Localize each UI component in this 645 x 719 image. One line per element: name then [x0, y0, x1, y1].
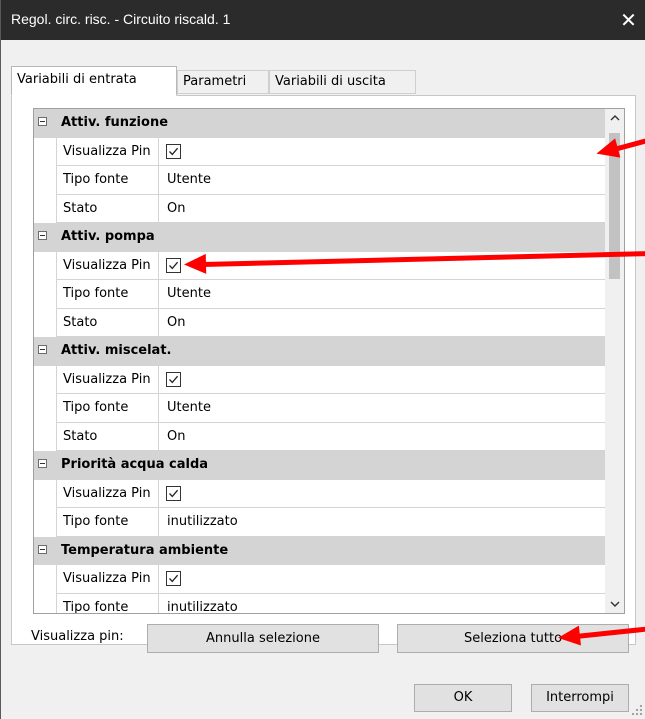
property-row[interactable]: Visualizza Pin — [34, 137, 605, 166]
property-label: Tipo fonte — [56, 166, 159, 195]
collapse-icon[interactable] — [38, 459, 47, 468]
category-row[interactable]: Attiv. miscelat. — [34, 337, 605, 366]
category-label: Attiv. funzione — [61, 115, 169, 130]
show-pin-checkbox[interactable] — [166, 571, 181, 586]
property-value[interactable]: On — [159, 423, 605, 451]
property-row[interactable]: Tipo fonte Utente — [34, 166, 605, 195]
property-row[interactable]: Stato On — [34, 308, 605, 337]
property-value[interactable]: On — [159, 195, 605, 223]
property-label: Visualizza Pin — [56, 565, 159, 594]
show-pin-checkbox[interactable] — [166, 485, 181, 501]
property-value[interactable]: Utente — [159, 394, 605, 423]
tab-parameters[interactable]: Parametri — [177, 70, 269, 94]
property-value — [159, 138, 605, 166]
ok-button[interactable]: OK — [414, 684, 512, 712]
show-pin-checkbox[interactable] — [166, 143, 181, 159]
property-value — [159, 565, 605, 594]
category-row[interactable]: Attiv. pompa — [34, 223, 605, 252]
property-value[interactable]: inutilizzato — [159, 594, 605, 614]
property-label: Visualizza Pin — [56, 365, 159, 394]
tab-output-variables[interactable]: Variabili di uscita — [269, 70, 416, 94]
deselect-all-button[interactable]: Annulla selezione — [147, 624, 379, 653]
collapse-icon[interactable] — [38, 117, 47, 126]
property-row[interactable]: Stato On — [34, 194, 605, 223]
property-value[interactable]: Utente — [159, 280, 605, 309]
property-row[interactable]: Tipo fonte inutilizzato — [34, 593, 605, 614]
category-row[interactable]: Attiv. funzione — [34, 109, 605, 138]
property-label: Visualizza Pin — [56, 251, 159, 280]
property-label: Visualizza Pin — [56, 479, 159, 508]
property-label: Tipo fonte — [56, 508, 159, 537]
property-label: Stato — [56, 308, 159, 337]
property-label: Tipo fonte — [56, 280, 159, 309]
show-pin-label: Visualizza pin: — [31, 629, 124, 644]
window-title: Regol. circ. risc. - Circuito riscald. 1 — [11, 11, 231, 27]
select-all-button[interactable]: Seleziona tutto — [397, 624, 629, 653]
property-label: Stato — [56, 194, 159, 223]
property-value[interactable]: On — [159, 309, 605, 337]
property-label: Stato — [56, 422, 159, 451]
property-value[interactable]: Utente — [159, 166, 605, 195]
property-label: Tipo fonte — [56, 394, 159, 423]
dialog-window: Regol. circ. risc. - Circuito riscald. 1… — [0, 0, 645, 719]
property-grid: Attiv. funzione Visualizza Pin Tipo fonte U… — [33, 108, 605, 614]
title-bar: Regol. circ. risc. - Circuito riscald. 1… — [1, 0, 645, 40]
tab-input-variables[interactable]: Variabili di entrata — [11, 66, 177, 96]
category-row[interactable]: Priorità acqua calda — [34, 451, 605, 480]
show-pin-checkbox[interactable] — [166, 257, 181, 273]
property-row[interactable]: Stato On — [34, 422, 605, 451]
collapse-icon[interactable] — [38, 544, 47, 554]
property-row[interactable]: Visualizza Pin — [34, 479, 605, 508]
category-label: Attiv. miscelat. — [61, 343, 172, 358]
category-label: Attiv. pompa — [61, 229, 155, 244]
property-value — [159, 366, 605, 394]
resize-grip-icon[interactable] — [630, 703, 644, 717]
property-value — [159, 480, 605, 508]
cancel-button[interactable]: Interrompi — [531, 684, 629, 712]
category-label: Temperatura ambiente — [61, 542, 229, 558]
property-value[interactable]: inutilizzato — [159, 508, 605, 537]
property-row[interactable]: Tipo fonte Utente — [34, 394, 605, 423]
property-row[interactable]: Visualizza Pin — [34, 365, 605, 394]
category-row[interactable]: Temperatura ambiente — [34, 536, 605, 565]
property-row[interactable]: Tipo fonte Utente — [34, 280, 605, 309]
property-label: Tipo fonte — [56, 593, 159, 613]
category-label: Priorità acqua calda — [61, 457, 209, 472]
property-row[interactable]: Tipo fonte inutilizzato — [34, 508, 605, 537]
close-icon[interactable]: ✕ — [611, 0, 645, 40]
scroll-down-icon[interactable] — [605, 595, 624, 613]
property-label: Visualizza Pin — [56, 137, 159, 166]
vertical-scrollbar[interactable] — [605, 108, 625, 614]
property-row[interactable]: Visualizza Pin — [34, 565, 605, 594]
scroll-up-icon[interactable] — [605, 109, 624, 127]
show-pin-checkbox[interactable] — [166, 371, 181, 387]
collapse-icon[interactable] — [38, 345, 47, 354]
collapse-icon[interactable] — [38, 231, 47, 240]
